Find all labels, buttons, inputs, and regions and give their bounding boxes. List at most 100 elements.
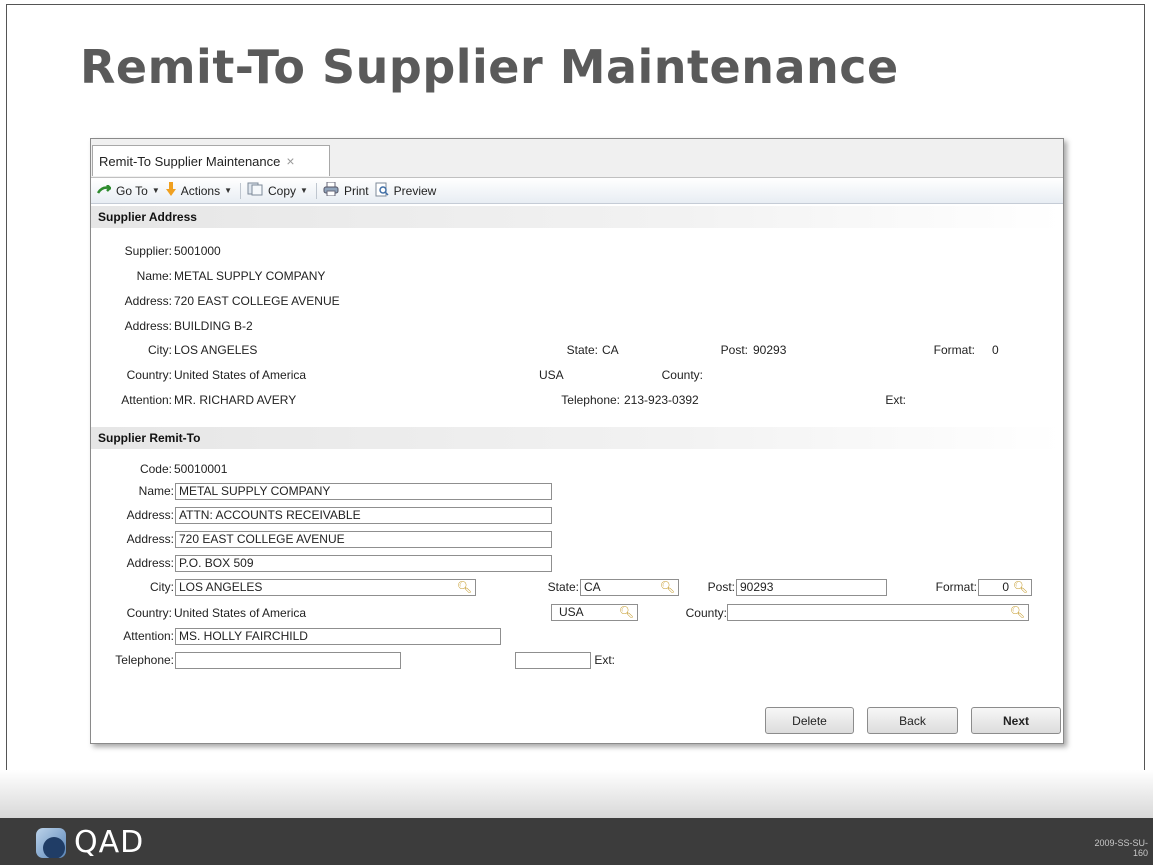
goto-menu[interactable]: Go To ▼ <box>96 183 160 198</box>
address1-label: Address: <box>124 294 172 308</box>
remit-telephone-input[interactable] <box>175 652 401 669</box>
chevron-down-icon: ▼ <box>224 186 233 195</box>
slide-code-line1: 2009-SS-SU- <box>1094 838 1148 848</box>
remit-telephone-label: Telephone: <box>115 653 174 667</box>
attention-label: Attention: <box>121 393 172 407</box>
city-label: City: <box>148 343 172 357</box>
preview-icon <box>375 182 389 200</box>
copy-icon <box>247 182 263 199</box>
slide-title: Remit-To Supplier Maintenance <box>80 40 899 94</box>
remit-address3-input[interactable]: P.O. BOX 509 <box>175 555 552 572</box>
next-button[interactable]: Next <box>971 707 1061 734</box>
remit-country-label: Country: <box>126 606 172 620</box>
city-value: LOS ANGELES <box>174 343 258 357</box>
section-header-supplier-address: Supplier Address <box>91 206 1063 228</box>
copy-menu[interactable]: Copy ▼ <box>247 182 308 199</box>
qad-logo: QAD <box>36 825 144 860</box>
print-label: Print <box>343 183 369 198</box>
telephone-label: Telephone: <box>561 393 620 407</box>
remit-city-input[interactable]: LOS ANGELES 🔍︎ <box>175 579 476 596</box>
remit-address2-input[interactable]: 720 EAST COLLEGE AVENUE <box>175 531 552 548</box>
app-window: Remit-To Supplier Maintenance × Go To ▼ … <box>90 138 1064 744</box>
goto-icon <box>96 183 115 198</box>
actions-icon <box>165 182 176 199</box>
lookup-icon[interactable]: 🔍︎ <box>1010 605 1025 620</box>
print-icon <box>323 181 339 199</box>
lookup-icon[interactable]: 🔍︎ <box>457 580 472 595</box>
address2-value: BUILDING B-2 <box>174 319 253 333</box>
preview-button[interactable]: Preview <box>375 182 437 200</box>
actions-label: Actions <box>180 183 221 198</box>
remit-post-input[interactable]: 90293 <box>736 579 887 596</box>
remit-code-value: 50010001 <box>174 462 228 476</box>
remit-country-code-input[interactable]: USA 🔍︎ <box>551 604 638 621</box>
county-label: County: <box>661 368 703 382</box>
remit-attention-input[interactable]: MS. HOLLY FAIRCHILD <box>175 628 501 645</box>
remit-address1-label: Address: <box>126 508 174 522</box>
remit-county-input[interactable]: 🔍︎ <box>727 604 1029 621</box>
format-label: Format: <box>933 343 975 357</box>
remit-state-value: CA <box>584 580 601 594</box>
remit-county-label: County: <box>685 606 727 620</box>
address2-label: Address: <box>124 319 172 333</box>
country-label: Country: <box>126 368 172 382</box>
remit-address3-label: Address: <box>126 556 174 570</box>
lookup-icon[interactable]: 🔍︎ <box>1013 580 1028 595</box>
remit-post-label: Post: <box>707 580 735 594</box>
lookup-icon[interactable]: 🔍︎ <box>660 580 675 595</box>
toolbar: Go To ▼ Actions ▼ Copy ▼ Print Preview <box>91 178 1063 204</box>
remit-state-input[interactable]: CA 🔍︎ <box>580 579 679 596</box>
remit-name-label: Name: <box>138 484 174 498</box>
remit-ext-input[interactable] <box>515 652 591 669</box>
address1-value: 720 EAST COLLEGE AVENUE <box>174 294 340 308</box>
footer-bar <box>0 818 1153 865</box>
remit-format-label: Format: <box>935 580 977 594</box>
remit-name-input[interactable]: METAL SUPPLY COMPANY <box>175 483 552 500</box>
toolbar-divider <box>240 182 242 199</box>
supplier-label: Supplier: <box>124 244 172 258</box>
attention-value: MR. RICHARD AVERY <box>174 393 297 407</box>
remit-code-label: Code: <box>139 462 172 476</box>
print-button[interactable]: Print <box>323 181 369 199</box>
actions-menu[interactable]: Actions ▼ <box>165 182 233 199</box>
preview-label: Preview <box>393 183 437 198</box>
name-value: METAL SUPPLY COMPANY <box>174 269 326 283</box>
remit-city-value: LOS ANGELES <box>179 580 263 594</box>
section-header-supplier-remit-to: Supplier Remit-To <box>91 427 1063 449</box>
qad-logo-icon <box>36 827 66 858</box>
brand-name: QAD <box>74 825 145 860</box>
chevron-down-icon: ▼ <box>300 186 308 195</box>
remit-state-label: State: <box>547 580 579 594</box>
remit-format-value: 0 <box>1002 580 1009 594</box>
format-value: 0 <box>992 343 999 357</box>
tab-bar: Remit-To Supplier Maintenance × <box>91 139 1063 178</box>
delete-button[interactable]: Delete <box>765 707 854 734</box>
remit-country-value: United States of America <box>174 606 307 620</box>
remit-address2-label: Address: <box>126 532 174 546</box>
slide-code: 2009-SS-SU- 160 <box>1094 838 1148 858</box>
state-label: State: <box>566 343 598 357</box>
tab-remit-to-supplier-maintenance[interactable]: Remit-To Supplier Maintenance × <box>92 145 330 176</box>
back-button[interactable]: Back <box>867 707 958 734</box>
remit-format-input[interactable]: 0 🔍︎ <box>978 579 1032 596</box>
slide-code-line2: 160 <box>1132 848 1148 858</box>
post-label: Post: <box>720 343 748 357</box>
tab-label: Remit-To Supplier Maintenance <box>99 153 281 169</box>
remit-city-label: City: <box>150 580 174 594</box>
remit-attention-label: Attention: <box>123 629 174 643</box>
toolbar-divider <box>315 182 317 199</box>
lookup-icon[interactable]: 🔍︎ <box>619 605 634 620</box>
supplier-value: 5001000 <box>174 244 221 258</box>
remit-address1-input[interactable]: ATTN: ACCOUNTS RECEIVABLE <box>175 507 552 524</box>
remit-ext-label: Ext: <box>594 653 615 667</box>
copy-label: Copy <box>268 183 297 198</box>
telephone-value: 213-923-0392 <box>624 393 699 407</box>
post-value: 90293 <box>753 343 787 357</box>
ext-label: Ext: <box>885 393 906 407</box>
country-code-value: USA <box>539 368 564 382</box>
country-value: United States of America <box>174 368 307 382</box>
remit-country-code-value: USA <box>559 605 584 619</box>
goto-label: Go To <box>116 183 148 198</box>
close-icon[interactable]: × <box>286 153 294 169</box>
chevron-down-icon: ▼ <box>151 186 160 195</box>
